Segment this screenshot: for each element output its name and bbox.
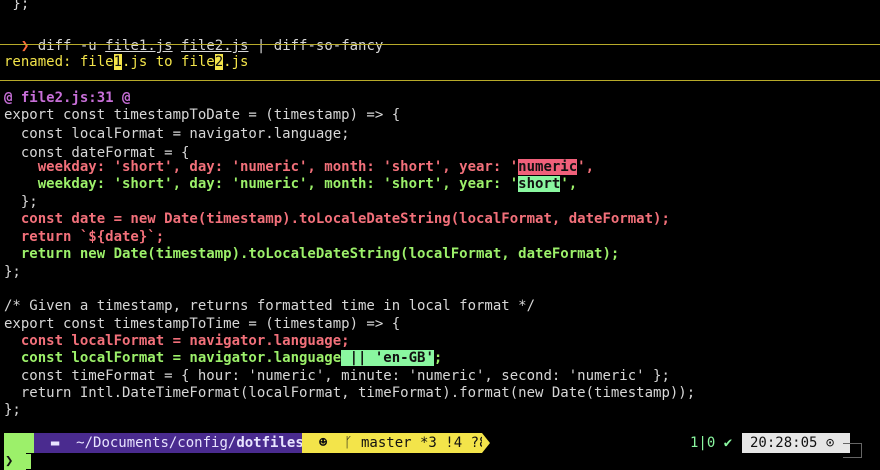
git-icon: ☻ bbox=[318, 435, 328, 451]
rename-n2: 2 bbox=[214, 54, 224, 70]
rename-prefix: renamed: file bbox=[4, 54, 114, 70]
branch-icon: ᚴ bbox=[344, 435, 353, 451]
code-line: const localFormat = navigator.language; bbox=[4, 126, 350, 142]
git-branch: master *3 !4 ?8 bbox=[361, 435, 488, 451]
added-line: weekday: 'short', day: 'numeric', month:… bbox=[4, 174, 577, 194]
code-line: }; bbox=[4, 402, 21, 418]
added-text: const localFormat = navigator.language bbox=[4, 350, 342, 366]
comment-line: /* Given a timestamp, returns formatted … bbox=[4, 298, 536, 314]
added-text: weekday: 'short', day: 'numeric', month:… bbox=[4, 176, 519, 192]
added-highlight: short bbox=[518, 176, 561, 192]
added-highlight: || 'en-GB' bbox=[341, 350, 434, 366]
removed-text: ', bbox=[577, 159, 595, 175]
prompt-arrow-icon: ❯ bbox=[5, 453, 14, 469]
rename-line: renamed: file1.js to file2.js bbox=[4, 52, 248, 72]
command-line[interactable]: ❯ diff -u file1.js file2.js | diff-so-fa… bbox=[4, 16, 383, 54]
directory-name: dotfiles bbox=[236, 435, 304, 451]
directory-segment: ▬ ~/Documents/config/dotfiles bbox=[34, 433, 304, 453]
closing-brace-line: }; bbox=[4, 0, 30, 12]
code-line: }; bbox=[4, 264, 21, 280]
command-pipe: | diff-so-fancy bbox=[248, 38, 384, 54]
added-text: ', bbox=[560, 176, 578, 192]
removed-text: weekday: 'short', day: 'numeric', month:… bbox=[4, 159, 519, 175]
jobs-status: 1|0 ✔ bbox=[690, 435, 733, 451]
added-line: return new Date(timestamp).toLocaleDateS… bbox=[4, 246, 620, 262]
removed-highlight: numeric bbox=[518, 159, 578, 175]
text-cursor[interactable] bbox=[22, 454, 31, 469]
folder-icon: ▬ bbox=[50, 435, 60, 451]
clock-segment: 20:28:05 ⊙ bbox=[742, 433, 850, 453]
rename-mid: .js to file bbox=[122, 54, 215, 70]
added-text: ; bbox=[433, 350, 443, 366]
code-line: export const timestampToDate = (timestam… bbox=[4, 107, 401, 123]
removed-line: const date = new Date(timestamp).toLocal… bbox=[4, 211, 670, 227]
rename-suffix: .js bbox=[223, 54, 249, 70]
rename-n1: 1 bbox=[113, 54, 123, 70]
git-segment: ☻ ᚴ master *3 !4 ?8 bbox=[302, 433, 487, 453]
code-line: return Intl.DateTimeFormat(localFormat, … bbox=[4, 385, 696, 401]
added-line: const localFormat = navigator.language |… bbox=[4, 348, 442, 368]
right-prompt-outline bbox=[843, 443, 862, 458]
apple-icon bbox=[4, 433, 34, 453]
directory-path: ~/Documents/config/ bbox=[76, 435, 237, 451]
separator-arrow bbox=[482, 433, 490, 453]
prompt-status-bar: ▬ ~/Documents/config/dotfiles ☻ ᚴ master… bbox=[0, 433, 880, 453]
divider-top bbox=[0, 44, 880, 45]
divider-bottom bbox=[0, 80, 880, 81]
